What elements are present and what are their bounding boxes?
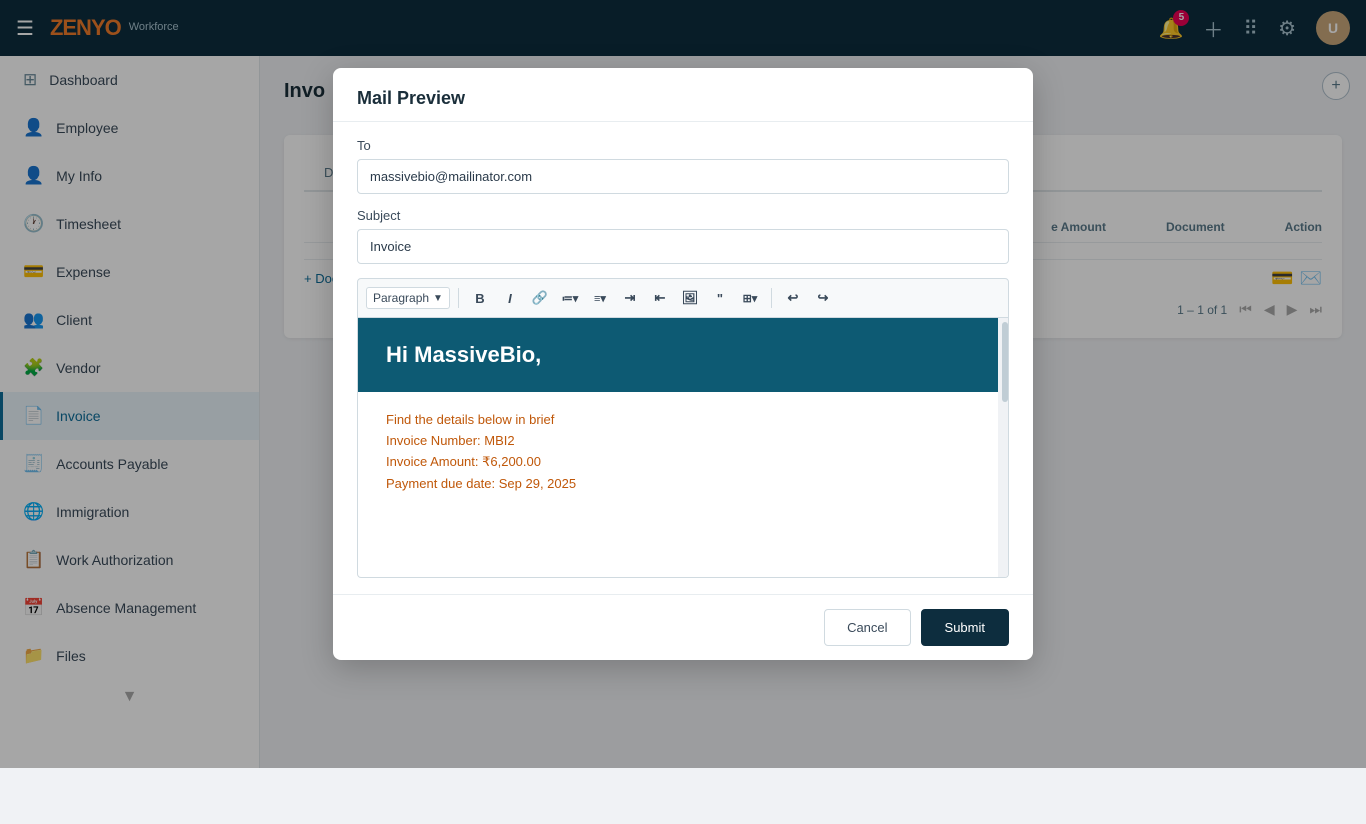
modal-footer: Cancel Submit xyxy=(333,594,1033,660)
subject-field-group: Subject xyxy=(357,208,1009,278)
image-button[interactable]: 🖼 xyxy=(677,285,703,311)
email-header-band: Hi MassiveBio, xyxy=(358,318,1008,392)
subject-input[interactable] xyxy=(357,229,1009,264)
table-button[interactable]: ⊞▾ xyxy=(737,285,763,311)
modal-header: Mail Preview xyxy=(333,68,1033,122)
redo-button[interactable]: ↪ xyxy=(810,285,836,311)
modal-title: Mail Preview xyxy=(357,88,1009,109)
submit-button[interactable]: Submit xyxy=(921,609,1009,646)
cancel-button[interactable]: Cancel xyxy=(824,609,910,646)
email-line-4: Payment due date: Sep 29, 2025 xyxy=(386,476,980,491)
undo-button[interactable]: ↩ xyxy=(780,285,806,311)
rte-toolbar: Paragraph ▼ B I 🔗 ≔▾ ≡▾ ⇥ ⇤ 🖼 " ⊞▾ ↩ ↪ xyxy=(357,278,1009,318)
rte-container: Paragraph ▼ B I 🔗 ≔▾ ≡▾ ⇥ ⇤ 🖼 " ⊞▾ ↩ ↪ xyxy=(357,278,1009,578)
email-greeting: Hi MassiveBio, xyxy=(386,342,980,368)
mail-preview-modal: Mail Preview To Subject Paragraph ▼ B I … xyxy=(333,68,1033,660)
to-label: To xyxy=(357,138,1009,153)
toolbar-divider-1 xyxy=(458,288,459,308)
bold-button[interactable]: B xyxy=(467,285,493,311)
outdent-button[interactable]: ⇤ xyxy=(647,285,673,311)
paragraph-label: Paragraph xyxy=(373,291,429,305)
toolbar-divider-2 xyxy=(771,288,772,308)
email-body: Find the details below in brief Invoice … xyxy=(358,392,1008,517)
ordered-list-button[interactable]: ≡▾ xyxy=(587,285,613,311)
rte-scrollbar xyxy=(998,318,1008,577)
link-button[interactable]: 🔗 xyxy=(527,285,553,311)
unordered-list-button[interactable]: ≔▾ xyxy=(557,285,583,311)
to-field-group: To xyxy=(357,138,1009,208)
subject-label: Subject xyxy=(357,208,1009,223)
to-input[interactable] xyxy=(357,159,1009,194)
indent-button[interactable]: ⇥ xyxy=(617,285,643,311)
email-line-2: Invoice Number: MBI2 xyxy=(386,433,980,448)
dropdown-icon: ▼ xyxy=(433,293,443,304)
italic-button[interactable]: I xyxy=(497,285,523,311)
email-line-3: Invoice Amount: ₹6,200.00 xyxy=(386,454,980,470)
rte-content-area[interactable]: Hi MassiveBio, Find the details below in… xyxy=(357,318,1009,578)
rte-scrollbar-thumb xyxy=(1002,322,1008,402)
modal-body: To Subject Paragraph ▼ B I 🔗 ≔▾ ≡▾ ⇥ ⇤ xyxy=(333,122,1033,594)
email-line-1: Find the details below in brief xyxy=(386,412,980,427)
paragraph-select[interactable]: Paragraph ▼ xyxy=(366,287,450,309)
quote-button[interactable]: " xyxy=(707,285,733,311)
